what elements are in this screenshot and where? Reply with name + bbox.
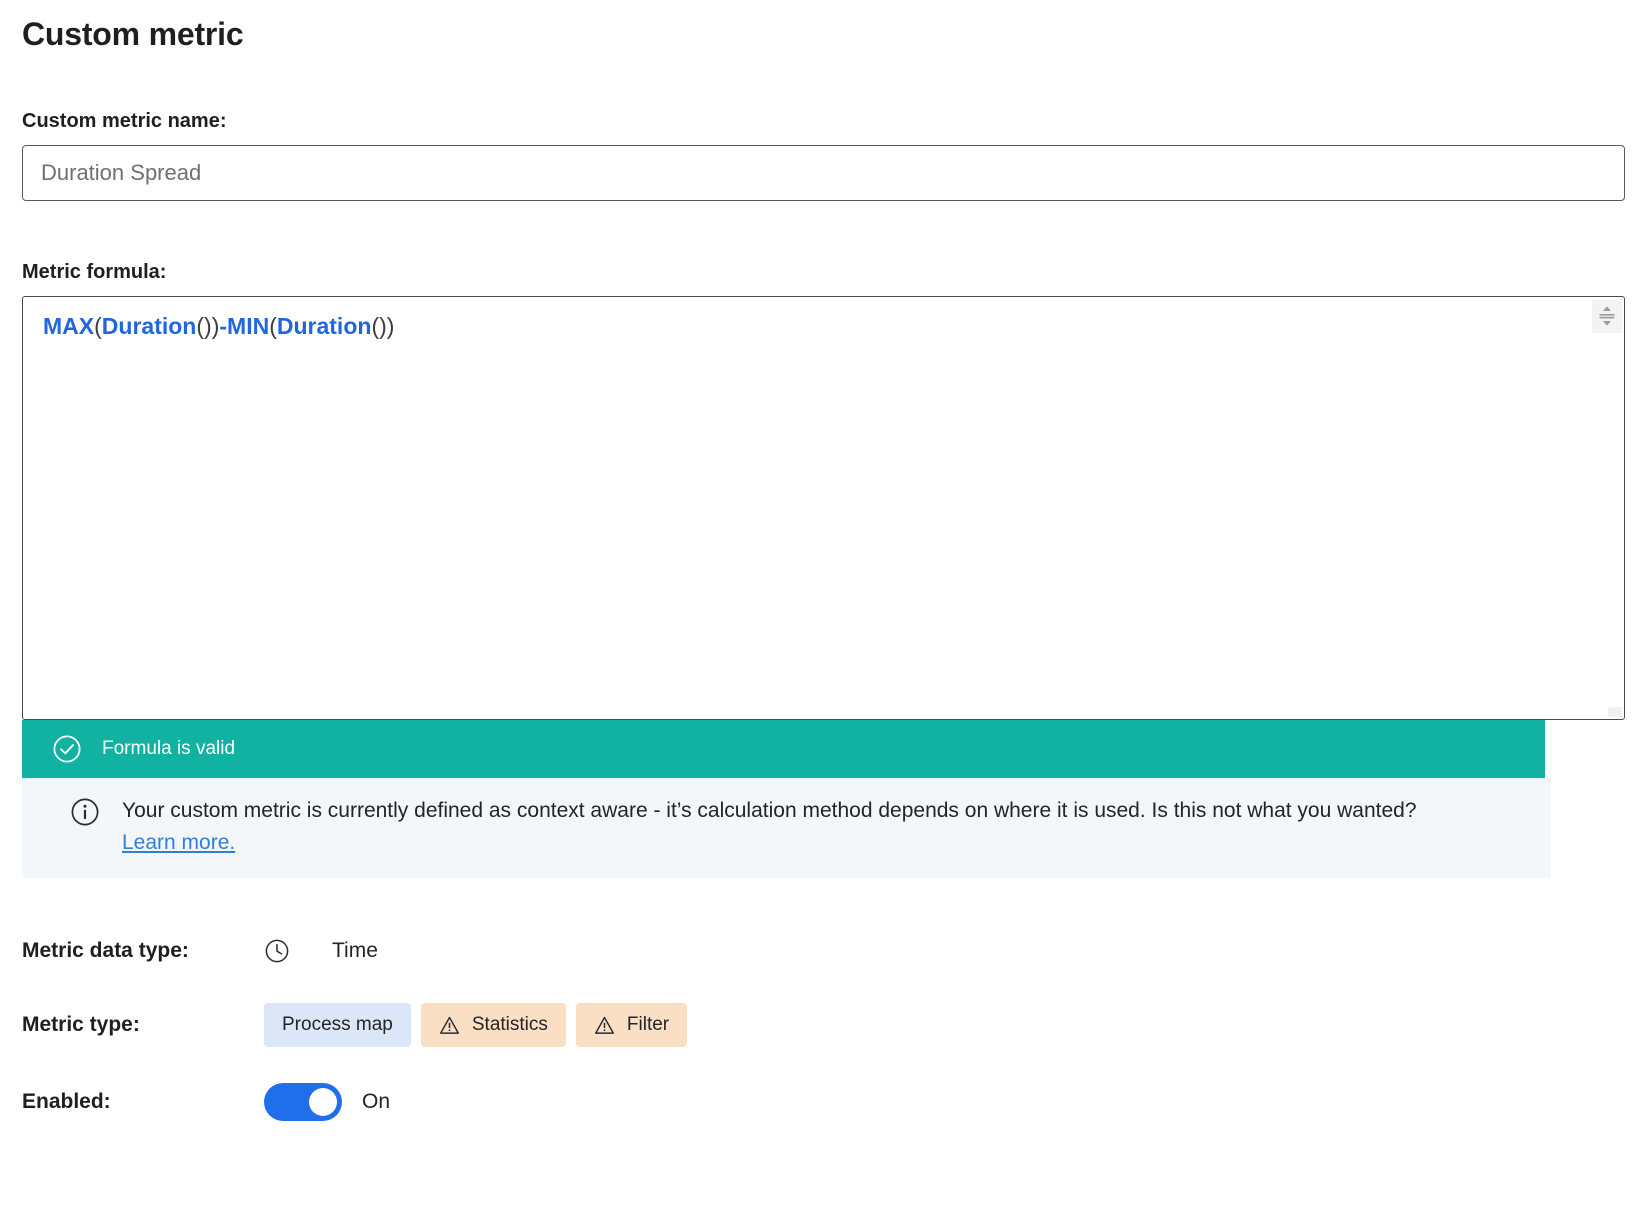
formula-token-3: () (196, 313, 211, 339)
custom-metric-name-input[interactable] (22, 145, 1625, 201)
clock-icon (264, 938, 290, 964)
enabled-label: Enabled: (22, 1089, 264, 1115)
metric-type-badge[interactable]: Process map (264, 1003, 411, 1047)
metric-type-badge-label: Filter (627, 1014, 669, 1036)
formula-token-8: Duration (277, 313, 372, 339)
formula-token-5: - (219, 313, 227, 339)
metric-type-label: Metric type: (22, 1012, 264, 1038)
context-aware-info-body: Your custom metric is currently defined … (122, 795, 1417, 859)
info-circle-icon (70, 797, 100, 827)
custom-metric-name-label: Custom metric name: (22, 108, 1625, 134)
custom-metric-page: Custom metric Custom metric name: Metric… (0, 0, 1647, 1123)
metric-type-badge-label: Statistics (472, 1014, 548, 1036)
enabled-state-label: On (362, 1089, 390, 1115)
formula-token-9: () (371, 313, 386, 339)
formula-token-7: ( (269, 313, 277, 339)
metric-data-type-value: Time (332, 938, 378, 964)
formula-token-6: MIN (227, 313, 269, 339)
vertical-resize-icon[interactable] (1592, 299, 1622, 333)
metric-data-type-label: Metric data type: (22, 938, 264, 964)
metric-data-type-row: Metric data type: Time (22, 931, 1625, 971)
formula-validation-text: Formula is valid (102, 738, 235, 760)
metric-type-badge[interactable]: Statistics (421, 1003, 566, 1047)
context-aware-info-text: Your custom metric is currently defined … (122, 799, 1417, 822)
enabled-toggle-knob (309, 1088, 337, 1116)
enabled-row: Enabled: On (22, 1081, 1625, 1123)
metric-type-badge-list: Process map Statistics Filter (264, 1003, 687, 1047)
enabled-toggle[interactable] (264, 1083, 342, 1121)
metric-formula-editor[interactable]: MAX(Duration())-MIN(Duration()) (22, 296, 1625, 720)
metric-formula-label: Metric formula: (22, 259, 1625, 285)
formula-token-2: Duration (102, 313, 197, 339)
formula-validation-bar: Formula is valid (22, 720, 1545, 778)
formula-token-10: ) (387, 313, 395, 339)
custom-metric-name-field-wrap (22, 145, 1625, 201)
formula-token-0: MAX (43, 313, 94, 339)
enabled-toggle-wrap: On (264, 1083, 390, 1121)
page-title: Custom metric (22, 0, 1625, 56)
metric-formula-text: MAX(Duration())-MIN(Duration()) (43, 311, 394, 341)
check-circle-icon (52, 734, 82, 764)
editor-corner-nub (1608, 707, 1622, 717)
metric-formula-field-wrap: MAX(Duration())-MIN(Duration()) (22, 296, 1625, 720)
formula-token-1: ( (94, 313, 102, 339)
learn-more-link[interactable]: Learn more. (122, 831, 235, 854)
context-aware-info-panel: Your custom metric is currently defined … (22, 778, 1551, 878)
metric-type-badge-label: Process map (282, 1014, 393, 1036)
warning-triangle-icon (439, 1015, 460, 1036)
warning-triangle-icon (594, 1015, 615, 1036)
metric-type-row: Metric type: Process map Statistics Filter (22, 1003, 1625, 1047)
metric-type-badge[interactable]: Filter (576, 1003, 687, 1047)
